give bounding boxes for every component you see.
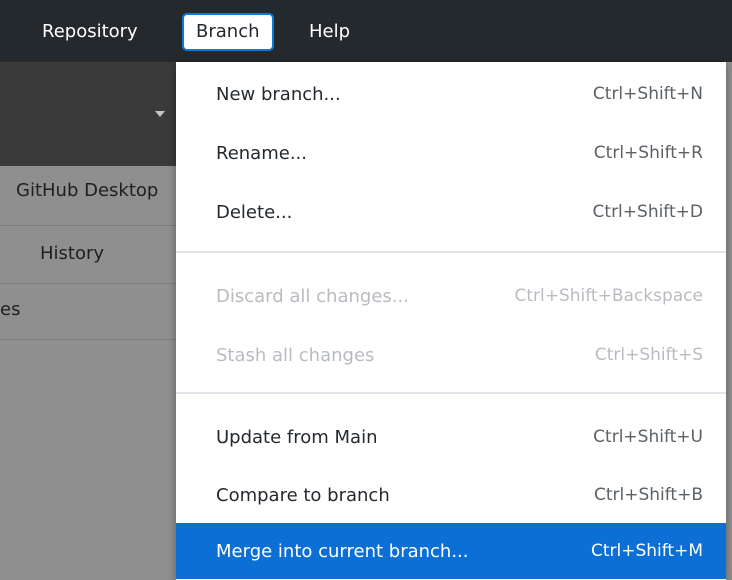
menu-item-merge-into-current-branch[interactable]: Merge into current branch... Ctrl+Shift+… <box>176 523 726 579</box>
menu-item-label: Merge into current branch... <box>216 540 469 562</box>
menu-item-label: Update from Main <box>216 426 378 448</box>
menu-item-new-branch[interactable]: New branch... Ctrl+Shift+N <box>176 66 726 122</box>
menu-divider <box>176 251 726 253</box>
divider <box>0 339 176 340</box>
menu-item-label: Stash all changes <box>216 344 375 366</box>
menu-item-compare-to-branch[interactable]: Compare to branch Ctrl+Shift+B <box>176 467 726 523</box>
menu-item-shortcut: Ctrl+Shift+U <box>593 427 703 447</box>
divider <box>0 225 176 226</box>
menu-item-shortcut: Ctrl+Shift+R <box>593 143 703 163</box>
menu-item-shortcut: Ctrl+Shift+D <box>592 202 703 222</box>
menu-item-shortcut: Ctrl+Shift+Backspace <box>514 286 703 306</box>
menu-item-label: New branch... <box>216 83 341 105</box>
menu-item-delete[interactable]: Delete... Ctrl+Shift+D <box>176 184 726 240</box>
menu-item-shortcut: Ctrl+Shift+S <box>594 345 703 365</box>
menu-repository[interactable]: Repository <box>42 14 138 50</box>
divider <box>0 283 176 284</box>
menu-item-discard-all-changes: Discard all changes... Ctrl+Shift+Backsp… <box>176 268 726 324</box>
menu-item-shortcut: Ctrl+Shift+B <box>593 485 703 505</box>
menu-item-update-from-main[interactable]: Update from Main Ctrl+Shift+U <box>176 409 726 465</box>
repository-name: GitHub Desktop <box>16 180 159 201</box>
tab-changes[interactable]: es <box>0 299 20 320</box>
menu-item-shortcut: Ctrl+Shift+M <box>590 541 703 561</box>
toolbar-branch-selector[interactable] <box>0 62 176 166</box>
menu-help[interactable]: Help <box>309 14 350 50</box>
menu-item-shortcut: Ctrl+Shift+N <box>592 84 703 104</box>
branch-dropdown-menu: New branch... Ctrl+Shift+N Rename... Ctr… <box>176 62 726 580</box>
menu-item-label: Delete... <box>216 201 293 223</box>
menu-item-rename[interactable]: Rename... Ctrl+Shift+R <box>176 125 726 181</box>
app-sidebar-overlay <box>0 166 176 580</box>
menu-item-label: Rename... <box>216 142 307 164</box>
menu-item-label: Discard all changes... <box>216 285 409 307</box>
tab-history[interactable]: History <box>40 243 104 264</box>
chevron-down-icon <box>155 111 165 117</box>
menu-divider <box>176 392 726 394</box>
menu-branch[interactable]: Branch <box>182 13 274 51</box>
menu-item-stash-all-changes: Stash all changes Ctrl+Shift+S <box>176 327 726 383</box>
menu-bar: Repository Branch Help <box>0 0 732 62</box>
menu-item-label: Compare to branch <box>216 484 390 506</box>
